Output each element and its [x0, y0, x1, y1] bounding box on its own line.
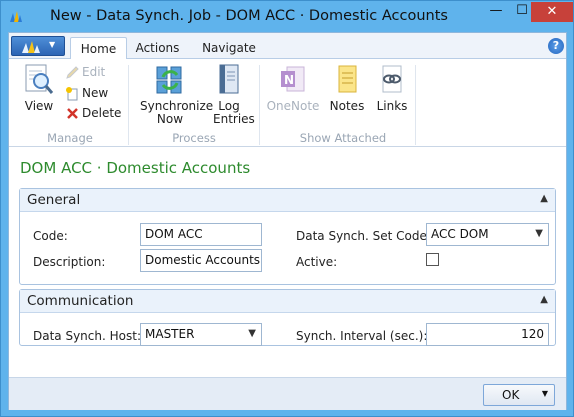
pencil-icon: [66, 66, 79, 79]
new-button[interactable]: New: [65, 85, 125, 103]
data-synch-set-code-label: Data Synch. Set Code:: [296, 229, 431, 243]
group-label-show-attached: Show Attached: [299, 131, 387, 145]
active-checkbox[interactable]: [426, 253, 439, 266]
group-label-process: Process: [172, 131, 216, 145]
help-icon[interactable]: ?: [548, 38, 564, 54]
group-separator: [415, 65, 416, 145]
links-button[interactable]: Links: [371, 63, 413, 113]
group-label-manage: Manage: [47, 131, 93, 145]
notes-label: Notes: [329, 99, 365, 113]
ok-label: OK: [502, 388, 520, 402]
ok-button[interactable]: OK ▼: [483, 384, 555, 406]
action-bar: OK ▼: [9, 377, 566, 410]
group-separator: [128, 65, 129, 145]
page-title: DOM ACC · Domestic Accounts: [20, 159, 251, 177]
chevron-up-icon[interactable]: ▲: [540, 193, 548, 204]
description-label: Description:: [33, 255, 106, 269]
window-title: New - Data Synch. Job - DOM ACC · Domest…: [50, 8, 448, 24]
notes-button[interactable]: Notes: [327, 63, 367, 113]
description-field[interactable]: Domestic Accounts: [140, 249, 262, 272]
data-synch-set-code-value: ACC DOM: [431, 227, 489, 241]
chevron-down-icon[interactable]: ▼: [535, 228, 543, 239]
notes-icon: [338, 65, 357, 93]
code-field[interactable]: DOM ACC: [140, 223, 262, 246]
communication-fasttab: Communication ▲ Data Synch. Host: MASTER…: [19, 289, 556, 346]
group-separator: [259, 65, 260, 145]
view-button[interactable]: View: [15, 63, 63, 113]
data-synch-host-value: MASTER: [145, 327, 195, 341]
chevron-down-icon[interactable]: ▼: [542, 389, 548, 398]
minimize-button[interactable]: —: [483, 2, 509, 22]
synchronize-now-button[interactable]: Synchronize Now: [134, 63, 214, 126]
edit-button[interactable]: Edit: [65, 64, 125, 82]
onenote-label: OneNote: [266, 99, 320, 113]
log-entries-button[interactable]: Log Entries: [207, 63, 255, 126]
onenote-button[interactable]: N OneNote: [265, 63, 321, 113]
general-fasttab-header[interactable]: General ▲: [20, 189, 555, 212]
synch-interval-label: Synch. Interval (sec.):: [296, 329, 428, 343]
close-button[interactable]: ✕: [531, 2, 573, 22]
delete-button[interactable]: Delete: [65, 105, 127, 123]
chevron-down-icon[interactable]: ▼: [248, 328, 256, 339]
ribbon-tab-bar: ▼ Home Actions Navigate ?: [9, 33, 566, 60]
client-area: ▼ Home Actions Navigate ? View Edit New …: [8, 32, 567, 410]
tab-navigate[interactable]: Navigate: [194, 37, 264, 60]
onenote-icon: N: [281, 66, 305, 92]
general-fasttab: General ▲ Code: DOM ACC Description: Dom…: [19, 188, 556, 285]
app-menu-logo-icon: [22, 41, 40, 53]
data-synch-host-dropdown[interactable]: MASTER ▼: [140, 323, 262, 346]
synchronize-icon: [156, 66, 182, 94]
data-synch-host-label: Data Synch. Host:: [33, 329, 141, 343]
links-label: Links: [376, 99, 408, 113]
ribbon-home-panel: View Edit New Delete Manage Synchronize …: [9, 59, 566, 147]
communication-fasttab-title: Communication: [27, 293, 134, 309]
application-menu-button[interactable]: ▼: [11, 36, 65, 56]
code-label: Code:: [33, 229, 68, 243]
new-label: New: [82, 86, 109, 100]
general-fasttab-title: General: [27, 192, 81, 208]
communication-fasttab-header[interactable]: Communication ▲: [20, 290, 555, 313]
delete-x-icon: [67, 108, 78, 119]
chevron-up-icon[interactable]: ▲: [540, 294, 548, 305]
application-window: New - Data Synch. Job - DOM ACC · Domest…: [0, 0, 574, 417]
log-entries-label: Log Entries: [213, 99, 255, 126]
view-label: View: [24, 99, 54, 113]
active-label: Active:: [296, 255, 338, 269]
new-document-icon: [66, 87, 78, 101]
data-synch-set-code-dropdown[interactable]: ACC DOM ▼: [426, 223, 549, 246]
synch-interval-field[interactable]: 120: [426, 323, 549, 346]
view-icon: [25, 64, 54, 94]
tab-home[interactable]: Home: [70, 37, 127, 60]
delete-label: Delete: [82, 106, 122, 120]
edit-label: Edit: [82, 65, 106, 79]
title-bar[interactable]: New - Data Synch. Job - DOM ACC · Domest…: [1, 1, 573, 32]
chevron-down-icon: ▼: [49, 40, 56, 49]
tab-actions[interactable]: Actions: [129, 37, 186, 60]
log-book-icon: [219, 64, 239, 94]
synchronize-now-label: Synchronize Now: [140, 99, 214, 126]
links-icon: [382, 65, 402, 93]
svg-text:N: N: [284, 73, 294, 87]
